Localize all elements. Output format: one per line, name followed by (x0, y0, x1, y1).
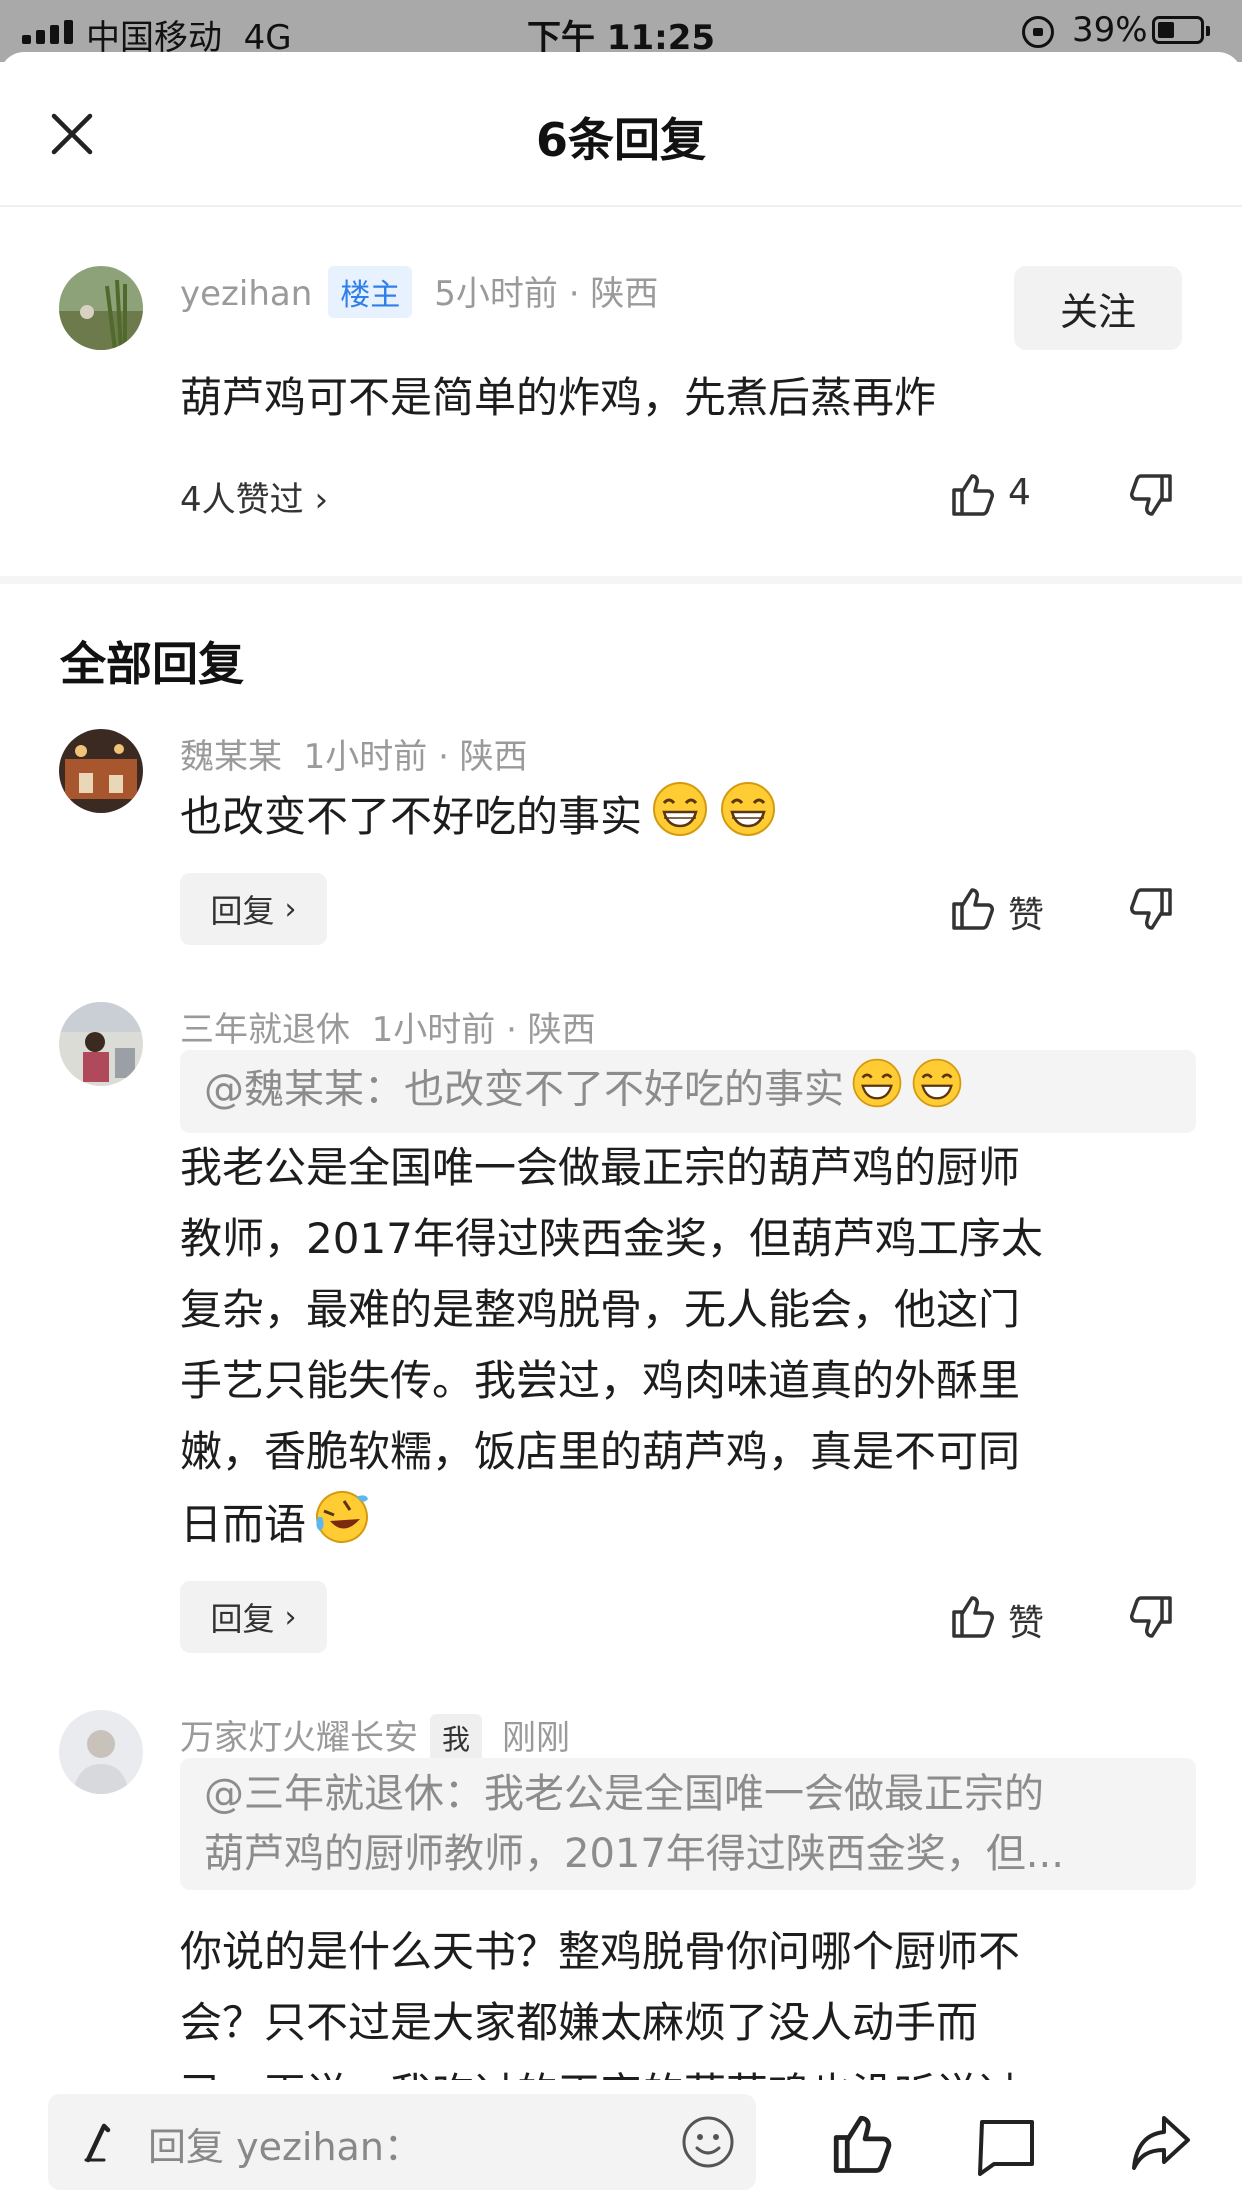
host-badge: 楼主 (328, 266, 413, 318)
timestamp: 刚刚 (502, 1718, 571, 1758)
page-title: 6条回复 (535, 113, 706, 167)
username[interactable]: 万家灯火耀长安 (180, 1718, 418, 1758)
avatar[interactable] (59, 1710, 143, 1794)
avatar[interactable] (59, 1002, 143, 1086)
username[interactable]: 魏某某 (180, 737, 282, 777)
comment-text: 葫芦鸡可不是简单的炸鸡，先煮后蒸再炸 (180, 373, 937, 422)
comment-meta: 三年就退休 1小时前 · 陕西 (180, 1002, 596, 1051)
section-title: 全部回复 (60, 637, 244, 691)
username[interactable]: yezihan (180, 274, 312, 314)
rotation-lock-icon (1022, 16, 1054, 48)
comment-meta: 魏某某 1小时前 · 陕西 (180, 729, 528, 778)
grin-emoji (850, 1056, 904, 1127)
comment-meta: yezihan 楼主 5小时前 · 陕西 (180, 266, 658, 318)
thumbs-up-icon[interactable] (948, 470, 996, 518)
comment-meta: 万家灯火耀长安我刚刚 (180, 1710, 570, 1762)
like-label[interactable]: 赞 (1008, 886, 1044, 938)
timestamp: 1小时前 · 陕西 (303, 737, 528, 777)
battery-icon (1152, 16, 1210, 44)
thumbs-down-icon[interactable] (1128, 1594, 1176, 1642)
avatar[interactable] (59, 266, 143, 350)
emoji-icon[interactable] (680, 2114, 736, 2170)
timestamp: 1小时前 · 陕西 (371, 1010, 596, 1050)
share-icon[interactable] (1128, 2110, 1194, 2176)
avatar[interactable] (59, 729, 143, 813)
comment-text: 我老公是全国唯一会做最正宗的葫芦鸡的厨师 教师，2017年得过陕西金奖，但葫芦鸡… (180, 1132, 1043, 1568)
reply-button[interactable]: 回复 › (180, 1581, 327, 1653)
reply-button[interactable]: 回复 › (180, 873, 327, 945)
thumbs-down-icon[interactable] (1128, 472, 1176, 520)
grin-emoji (718, 779, 778, 860)
comment-text: 也改变不了不好吃的事实 (180, 779, 778, 860)
comment-text: 你说的是什么天书？整鸡脱骨你问哪个厨师不 会？只不过是大家都嫌太麻烦了没人动手而… (180, 1927, 1021, 2080)
thumbs-down-icon[interactable] (1128, 886, 1176, 934)
bottom-bar: 回复 yezihan： (0, 2080, 1242, 2208)
comment-icon[interactable] (972, 2114, 1038, 2176)
thumbs-up-icon[interactable] (948, 1592, 996, 1640)
section-divider (0, 576, 1242, 584)
thumbs-up-icon[interactable] (948, 884, 996, 932)
quoted-reply[interactable]: @魏某某：也改变不了不好吃的事实 (180, 1050, 1196, 1133)
comment-text-clip: 你说的是什么天书？整鸡脱骨你问哪个厨师不 会？只不过是大家都嫌太麻烦了没人动手而… (180, 1916, 1220, 2080)
reply-input[interactable]: 回复 yezihan： (48, 2094, 756, 2190)
pen-icon (84, 2123, 111, 2163)
follow-button[interactable]: 关注 (1014, 266, 1182, 350)
laugh-cry-emoji (312, 1487, 372, 1568)
battery-percent: 39% (1072, 10, 1148, 50)
timestamp: 5小时前 · 陕西 (434, 274, 659, 314)
thumbs-up-icon[interactable] (828, 2110, 894, 2176)
grin-emoji (650, 779, 710, 860)
me-badge: 我 (430, 1714, 483, 1762)
like-count: 4 (1008, 472, 1031, 513)
quoted-reply[interactable]: @三年就退休：我老公是全国唯一会做最正宗的 葫芦鸡的厨师教师，2017年得过陕西… (180, 1758, 1196, 1890)
grin-emoji (910, 1056, 964, 1127)
like-label[interactable]: 赞 (1008, 1594, 1044, 1646)
username[interactable]: 三年就退休 (180, 1010, 350, 1050)
liked-by-link[interactable]: 4人赞过 › (180, 472, 328, 521)
reply-placeholder: 回复 yezihan： (148, 2125, 422, 2169)
header: 6条回复 (0, 62, 1242, 207)
